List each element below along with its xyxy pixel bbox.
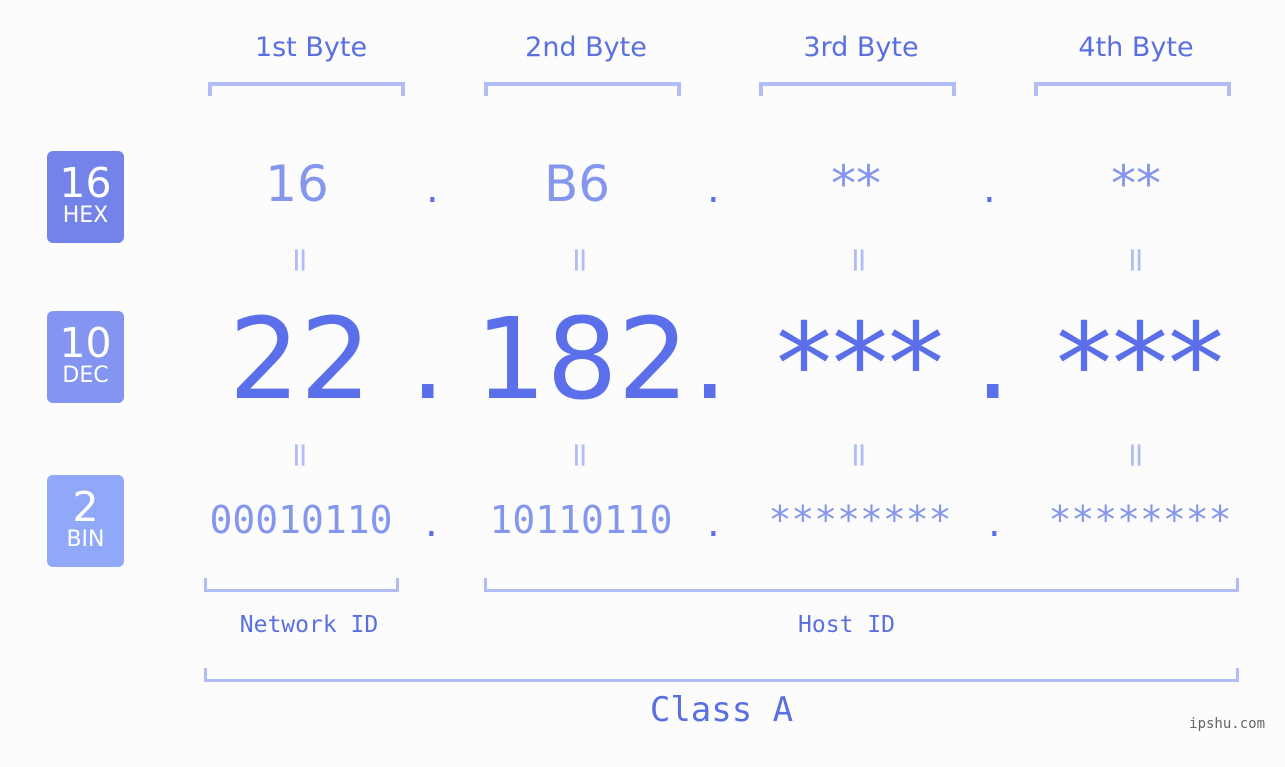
dec-byte-3: ***	[776, 300, 944, 430]
dec-badge-number: 10	[59, 319, 112, 367]
byte-label-2: 2nd Byte	[525, 32, 647, 63]
hex-dot-2: .	[707, 166, 720, 212]
equals-icon: =	[560, 440, 600, 470]
equals-icon: =	[1116, 245, 1156, 275]
host-id-bracket	[484, 578, 1239, 592]
equals-icon: =	[1116, 440, 1156, 470]
hex-badge-unit: HEX	[62, 203, 109, 228]
dec-byte-2: 182	[475, 295, 689, 425]
equals-icon: =	[839, 440, 879, 470]
bin-dot-2: .	[707, 500, 720, 546]
dec-dot-1: .	[410, 295, 446, 425]
byte-bracket-1	[208, 82, 405, 96]
bin-dot-1: .	[425, 500, 438, 546]
dec-badge-unit: DEC	[62, 363, 109, 388]
watermark: ipshu.com	[1189, 716, 1265, 732]
byte-label-3: 3rd Byte	[803, 32, 919, 63]
network-id-label: Network ID	[239, 612, 379, 638]
byte-bracket-3	[759, 82, 956, 96]
hex-byte-3: **	[831, 155, 881, 213]
network-id-bracket	[204, 578, 399, 592]
bin-dot-3: .	[988, 500, 1001, 546]
host-id-label: Host ID	[798, 612, 895, 638]
equals-icon: =	[839, 245, 879, 275]
bin-byte-4: ********	[1048, 498, 1232, 542]
hex-dot-3: .	[983, 166, 996, 212]
bin-badge-number: 2	[72, 483, 99, 531]
class-label: Class A	[649, 690, 794, 730]
dec-dot-2: .	[692, 295, 728, 425]
dec-badge: 10 DEC	[47, 311, 124, 403]
hex-dot-1: .	[426, 166, 439, 212]
bin-badge: 2 BIN	[47, 475, 124, 567]
byte-bracket-2	[484, 82, 681, 96]
bin-badge-unit: BIN	[66, 527, 105, 552]
hex-badge-number: 16	[59, 159, 112, 207]
hex-badge: 16 HEX	[47, 151, 124, 243]
equals-icon: =	[560, 245, 600, 275]
dec-byte-1: 22	[228, 295, 372, 425]
hex-byte-4: **	[1111, 155, 1161, 213]
byte-label-1: 1st Byte	[254, 32, 368, 63]
dec-dot-3: .	[975, 295, 1011, 425]
bin-byte-2: 10110110	[489, 498, 673, 542]
equals-icon: =	[280, 245, 320, 275]
equals-icon: =	[280, 440, 320, 470]
class-bracket	[204, 668, 1239, 682]
dec-byte-4: ***	[1056, 300, 1224, 430]
byte-label-4: 4th Byte	[1078, 32, 1194, 63]
hex-byte-1: 16	[265, 155, 329, 213]
bin-byte-3: ********	[768, 498, 952, 542]
bin-byte-1: 00010110	[209, 498, 393, 542]
byte-bracket-4	[1034, 82, 1231, 96]
hex-byte-2: B6	[543, 155, 611, 213]
